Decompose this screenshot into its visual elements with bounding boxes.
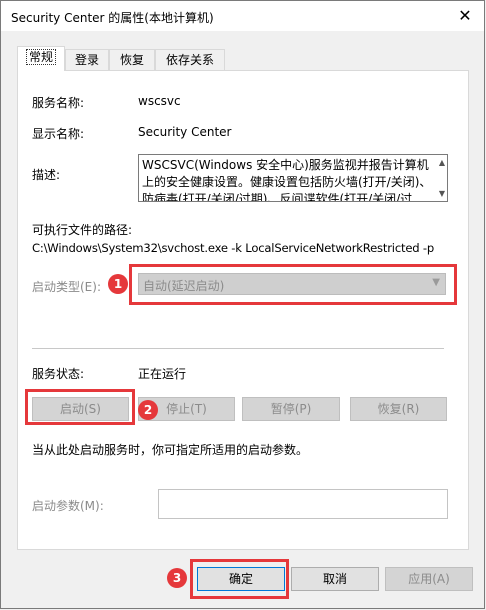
- scroll-up-icon[interactable]: ▲: [439, 158, 445, 167]
- start-params-input[interactable]: [158, 489, 448, 519]
- executable-path-value: C:\Windows\System32\svchost.exe -k Local…: [32, 241, 435, 255]
- service-name-value: wscsvc: [138, 94, 181, 108]
- step-badge-2: 2: [138, 400, 158, 420]
- properties-dialog: Security Center 的属性(本地计算机) ✕ 常规 登录 恢复 依存…: [0, 0, 485, 609]
- cancel-button[interactable]: 取消: [291, 567, 379, 591]
- apply-button[interactable]: 应用(A): [385, 567, 473, 591]
- highlight-ok-button: [190, 559, 289, 599]
- highlight-start-button: [25, 389, 135, 425]
- display-name-label: 显示名称:: [32, 127, 85, 141]
- startup-type-label: 启动类型(E):: [32, 280, 101, 294]
- step-badge-1: 1: [108, 274, 128, 294]
- start-params-label: 启动参数(M):: [32, 499, 104, 513]
- service-status-value: 正在运行: [138, 367, 187, 381]
- start-params-hint: 当从此处启动服务时，你可指定所适用的启动参数。: [32, 443, 309, 457]
- step-badge-3: 3: [167, 568, 187, 588]
- resume-button[interactable]: 恢复(R): [350, 397, 447, 421]
- description-label: 描述:: [32, 168, 61, 182]
- divider: [32, 348, 444, 349]
- service-status-label: 服务状态:: [32, 367, 85, 381]
- scroll-down-icon[interactable]: ▼: [439, 189, 445, 198]
- pause-button[interactable]: 暂停(P): [242, 397, 340, 421]
- display-name-value[interactable]: Security Center: [138, 125, 231, 139]
- description-textbox[interactable]: WSCSVC(Windows 安全中心)服务监视并报告计算机上的安全健康设置。健…: [138, 154, 448, 202]
- executable-path-label: 可执行文件的路径:: [32, 223, 133, 237]
- service-name-label: 服务名称:: [32, 96, 85, 110]
- description-text: WSCSVC(Windows 安全中心)服务监视并报告计算机上的安全健康设置。健…: [142, 158, 432, 202]
- highlight-startup-type: [129, 264, 457, 305]
